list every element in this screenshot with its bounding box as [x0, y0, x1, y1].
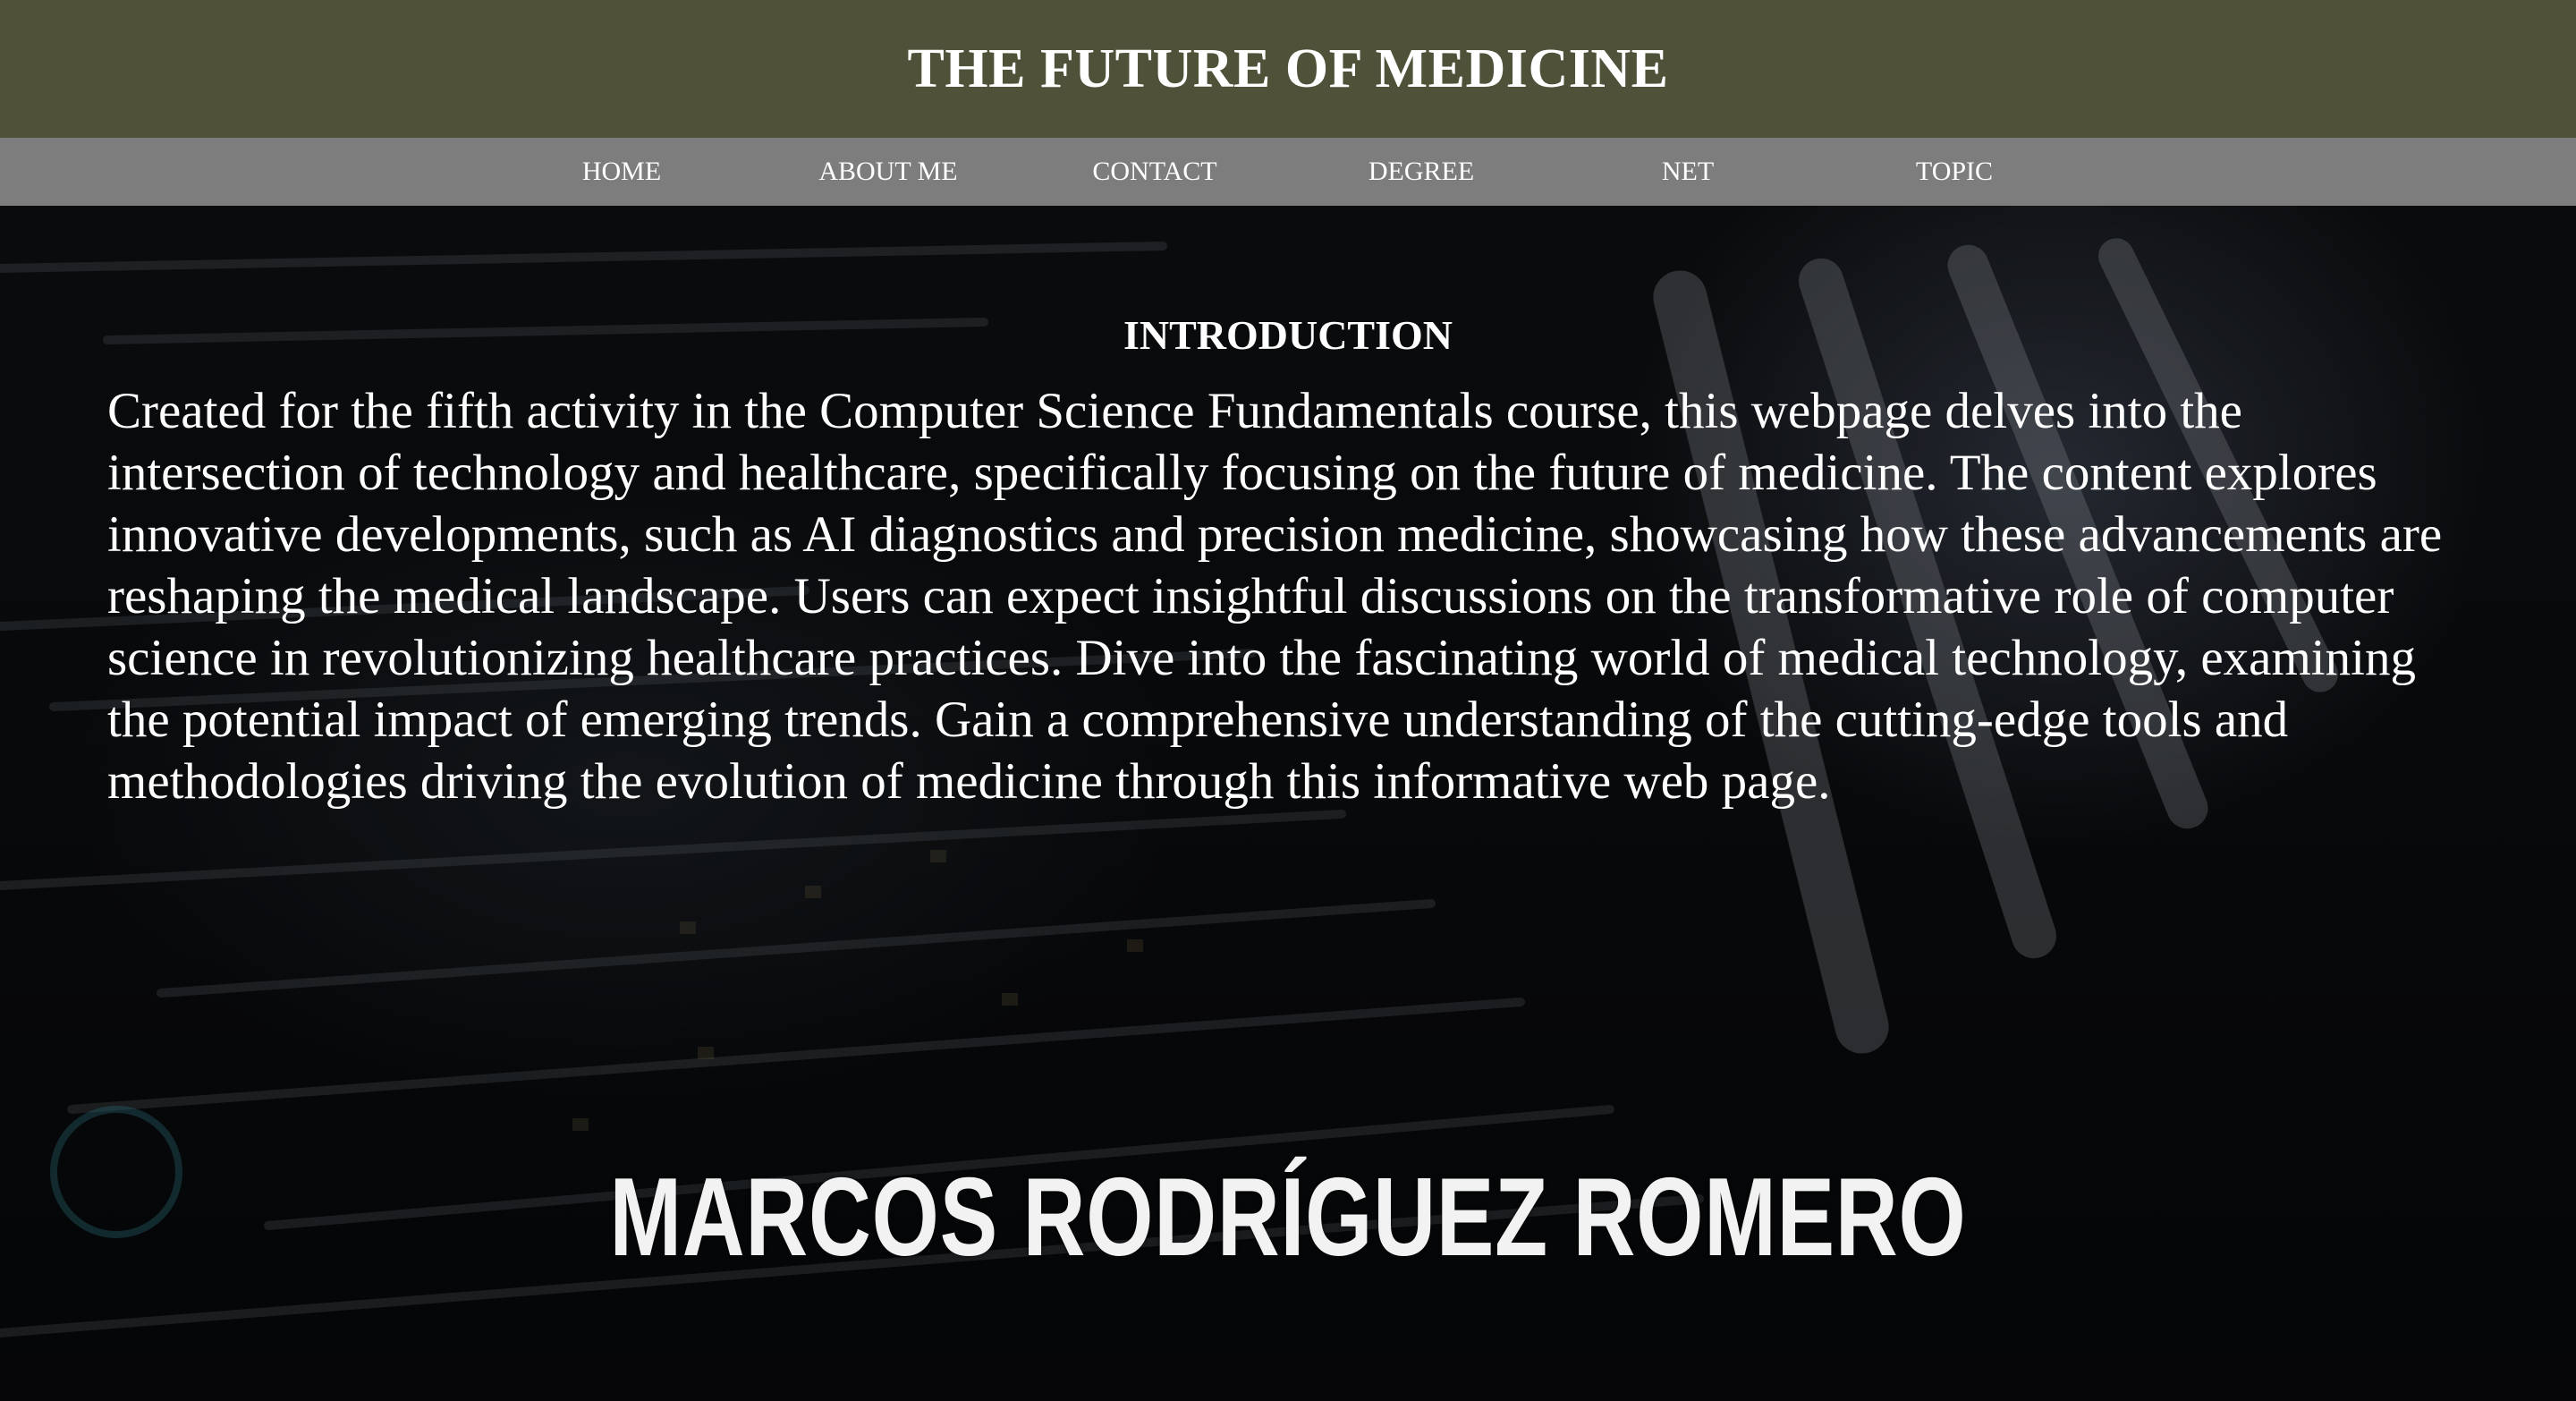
site-title: THE FUTURE OF MEDICINE: [907, 38, 1669, 99]
author-name-logo: MARCOS RODRÍGUEZ ROMERO: [609, 1156, 1967, 1279]
nav-item-net[interactable]: NET: [1572, 138, 1804, 206]
site-header: THE FUTURE OF MEDICINE: [0, 0, 2576, 138]
nav-item-degree[interactable]: DEGREE: [1305, 138, 1538, 206]
nav-item-contact[interactable]: CONTACT: [1038, 138, 1271, 206]
section-heading: INTRODUCTION: [1123, 312, 1453, 358]
nav-item-topic[interactable]: TOPIC: [1838, 138, 2071, 206]
main-nav: HOME ABOUT ME CONTACT DEGREE NET TOPIC: [0, 138, 2576, 206]
page: THE FUTURE OF MEDICINE HOME ABOUT ME CON…: [0, 0, 2576, 1401]
nav-item-home[interactable]: HOME: [505, 138, 738, 206]
nav-item-about-me[interactable]: ABOUT ME: [772, 138, 1004, 206]
intro-paragraph: Created for the fifth activity in the Co…: [107, 383, 2443, 810]
